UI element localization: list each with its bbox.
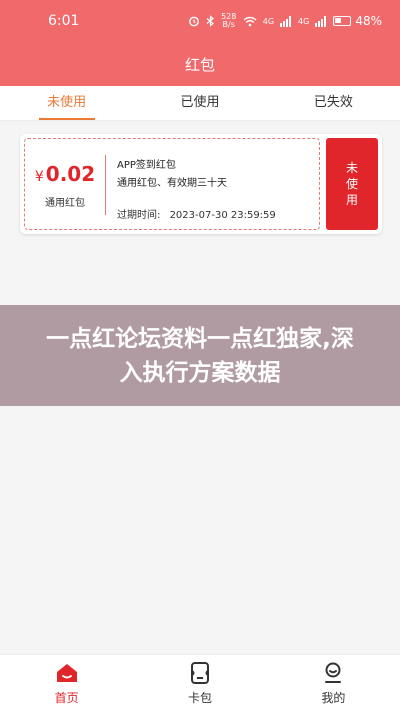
header: 红包 (0, 42, 400, 86)
overlay-banner: 一点红论坛资料一点红独家,深入执行方案数据 (0, 305, 400, 406)
alarm-icon (188, 16, 199, 27)
coupon-divider (105, 155, 106, 215)
nav-profile-label: 我的 (321, 691, 346, 705)
battery-indicator: 48% (333, 14, 382, 28)
coupon-info: APP签到红包 通用红包、有效期三十天 过期时间: 2023-07-30 23:… (117, 156, 276, 221)
tab-used[interactable]: 已使用 (133, 86, 266, 120)
page-title: 红包 (184, 55, 215, 74)
nav-home-label: 首页 (54, 691, 79, 705)
coupon-name: APP签到红包 (117, 160, 176, 171)
expiry-value: 2023-07-30 23:59:59 (169, 210, 276, 221)
card-wallet-icon (190, 662, 209, 684)
nav-home[interactable]: 首页 (0, 655, 133, 712)
coupon-amount-block: ¥ 0.02 通用红包 (25, 139, 105, 231)
expiry-label: 过期时间: (117, 210, 161, 221)
profile-icon (325, 662, 342, 683)
status-icons: 528 B/s 4G 4G 48% (188, 13, 382, 29)
tab-unused[interactable]: 未使用 (0, 86, 133, 120)
bottom-nav: 首页 卡包 我的 (0, 654, 400, 712)
coupon-card[interactable]: ¥ 0.02 通用红包 APP签到红包 通用红包、有效期三十天 过期时间: 20… (20, 134, 382, 234)
coupon-amount: ¥ 0.02 (35, 162, 95, 186)
nav-profile[interactable]: 我的 (267, 655, 400, 712)
coupon-type-label: 通用红包 (45, 197, 85, 209)
signal-2-icon (315, 15, 327, 27)
coupon-status-badge[interactable]: 未使用 (326, 138, 378, 230)
bluetooth-icon (206, 15, 214, 27)
coupon-body: ¥ 0.02 通用红包 APP签到红包 通用红包、有效期三十天 过期时间: 20… (24, 138, 320, 230)
coupon-description: 通用红包、有效期三十天 (117, 178, 227, 189)
nav-card-wallet[interactable]: 卡包 (133, 655, 266, 712)
wifi-icon (243, 16, 257, 26)
home-icon (56, 664, 77, 682)
status-bar: 6:01 528 B/s 4G 4G 48% (0, 0, 400, 42)
coupon-stub: 未使用 (324, 134, 382, 234)
signal-1-label: 4G (262, 16, 275, 26)
coupon-expiry: 过期时间: 2023-07-30 23:59:59 (117, 206, 276, 221)
coupon-status-label: 未使用 (345, 161, 358, 207)
tab-expired[interactable]: 已失效 (267, 86, 400, 120)
signal-2-label: 4G (298, 16, 310, 26)
amount-value: 0.02 (45, 161, 96, 186)
battery-percent: 48% (355, 14, 382, 28)
net-speed: 528 B/s (221, 12, 237, 29)
nav-card-wallet-label: 卡包 (187, 691, 212, 705)
tab-bar: 未使用 已使用 已失效 (0, 86, 400, 121)
signal-1-icon (280, 15, 292, 27)
battery-icon (333, 16, 352, 26)
status-time: 6:01 (48, 13, 80, 29)
currency-symbol: ¥ (34, 168, 44, 185)
overlay-text: 一点红论坛资料一点红独家,深入执行方案数据 (46, 325, 354, 386)
